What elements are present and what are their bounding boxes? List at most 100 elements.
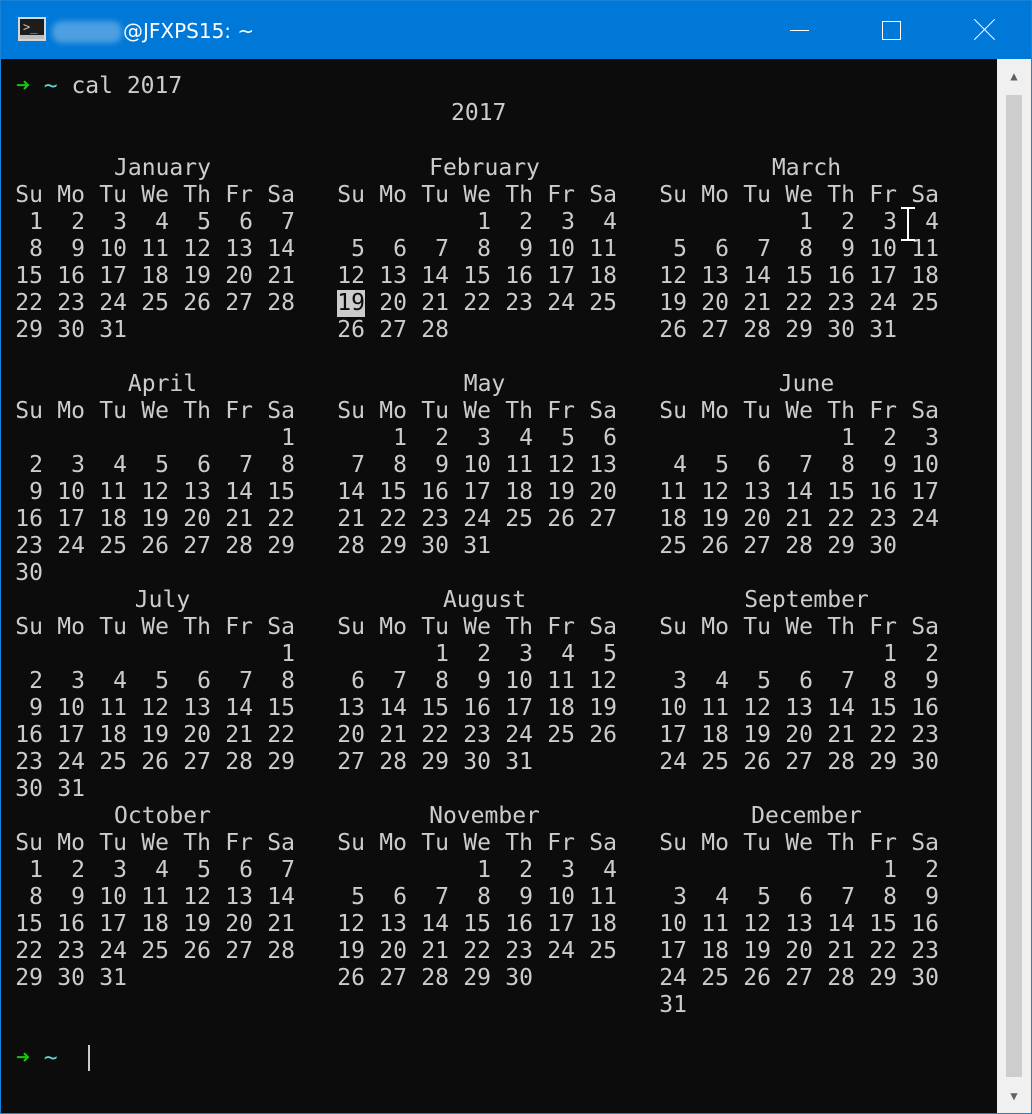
weekday-label: Th bbox=[183, 182, 211, 208]
weekday-label: Sa bbox=[589, 182, 617, 208]
day-cell: 5 bbox=[603, 641, 617, 667]
weekday-label: Sa bbox=[589, 398, 617, 424]
day-cell: 11 bbox=[141, 236, 169, 262]
day-cell: 20 bbox=[589, 479, 617, 505]
day-cell: 25 bbox=[141, 938, 169, 964]
day-cell: 7 bbox=[841, 884, 855, 910]
weekday-label: Sa bbox=[267, 182, 295, 208]
day-cell: 23 bbox=[15, 749, 43, 775]
day-cell: 15 bbox=[267, 695, 295, 721]
day-cell: 27 bbox=[743, 533, 771, 559]
day-cell: 19 bbox=[337, 290, 365, 317]
day-cell: 15 bbox=[379, 479, 407, 505]
day-cell: 16 bbox=[15, 506, 43, 532]
weekday-label: We bbox=[463, 614, 491, 640]
day-cell: 29 bbox=[379, 533, 407, 559]
weekday-label: Fr bbox=[547, 614, 575, 640]
vertical-scrollbar[interactable]: ▲ ▼ bbox=[997, 59, 1031, 1113]
maximize-icon bbox=[882, 21, 901, 40]
day-cell: 1 bbox=[393, 425, 407, 451]
scroll-up-arrow-icon[interactable]: ▲ bbox=[997, 59, 1031, 93]
weekday-label: Su bbox=[659, 830, 687, 856]
terminal-app-icon[interactable]: >_ bbox=[18, 17, 46, 41]
day-cell: 28 bbox=[421, 965, 449, 991]
day-cell: 10 bbox=[99, 884, 127, 910]
day-cell: 26 bbox=[547, 506, 575, 532]
day-cell: 6 bbox=[197, 452, 211, 478]
day-cell: 20 bbox=[225, 911, 253, 937]
day-cell: 11 bbox=[659, 479, 687, 505]
weekday-label: Sa bbox=[267, 830, 295, 856]
minimize-button[interactable] bbox=[753, 1, 846, 59]
title-bar[interactable]: >_ @JFXPS15: ~ bbox=[1, 1, 1031, 59]
day-cell: 29 bbox=[827, 533, 855, 559]
week-row: 31 bbox=[659, 992, 954, 1019]
day-cell: 16 bbox=[57, 263, 85, 289]
day-cell: 10 bbox=[57, 695, 85, 721]
day-cell: 20 bbox=[225, 263, 253, 289]
day-cell: 21 bbox=[267, 911, 295, 937]
day-cell: 13 bbox=[225, 236, 253, 262]
day-cell: 4 bbox=[155, 209, 169, 235]
day-cell: 12 bbox=[701, 479, 729, 505]
week-row: 23 24 25 26 27 28 29 bbox=[15, 533, 310, 560]
week-row: 1 2 3 4 bbox=[337, 857, 632, 884]
day-cell: 31 bbox=[659, 992, 687, 1018]
day-cell: 19 bbox=[183, 911, 211, 937]
close-button[interactable] bbox=[938, 1, 1031, 59]
day-cell: 17 bbox=[57, 722, 85, 748]
day-cell: 11 bbox=[589, 236, 617, 262]
day-cell: 25 bbox=[141, 290, 169, 316]
day-cell: 30 bbox=[463, 749, 491, 775]
day-cell: 24 bbox=[463, 506, 491, 532]
day-cell: 30 bbox=[505, 965, 533, 991]
month-name: January bbox=[114, 155, 211, 181]
day-cell: 11 bbox=[505, 452, 533, 478]
week-row: 23 24 25 26 27 28 29 bbox=[15, 749, 310, 776]
day-cell: 26 bbox=[141, 749, 169, 775]
day-cell: 6 bbox=[757, 452, 771, 478]
weekday-header: Su Mo Tu We Th Fr Sa bbox=[337, 614, 632, 641]
prompt-arrow: ➜ bbox=[16, 1045, 30, 1071]
day-cell: 19 bbox=[141, 722, 169, 748]
week-row: 30 bbox=[15, 560, 310, 587]
day-cell: 20 bbox=[337, 722, 365, 748]
weekday-label: We bbox=[141, 830, 169, 856]
day-cell: 19 bbox=[589, 695, 617, 721]
day-cell: 6 bbox=[799, 668, 813, 694]
weekday-label: Su bbox=[659, 398, 687, 424]
day-cell: 18 bbox=[589, 263, 617, 289]
week-row: 13 14 15 16 17 18 19 bbox=[337, 695, 632, 722]
scroll-thumb[interactable] bbox=[1006, 95, 1022, 1077]
day-cell: 4 bbox=[715, 668, 729, 694]
day-cell: 8 bbox=[799, 236, 813, 262]
day-cell: 19 bbox=[547, 479, 575, 505]
day-cell: 6 bbox=[239, 857, 253, 883]
day-cell: 16 bbox=[421, 479, 449, 505]
month-name: November bbox=[429, 803, 540, 829]
day-cell: 18 bbox=[141, 263, 169, 289]
day-cell: 17 bbox=[659, 722, 687, 748]
day-cell: 15 bbox=[785, 263, 813, 289]
week-row: 29 30 31 bbox=[15, 317, 310, 344]
weekday-label: Tu bbox=[99, 182, 127, 208]
day-cell: 4 bbox=[603, 857, 617, 883]
weekday-header: Su Mo Tu We Th Fr Sa bbox=[659, 830, 954, 857]
prompt-arrow: ➜ bbox=[16, 73, 30, 99]
week-row: 3 4 5 6 7 8 9 bbox=[659, 884, 954, 911]
week-row: 15 16 17 18 19 20 21 bbox=[15, 911, 310, 938]
day-cell: 10 bbox=[99, 236, 127, 262]
maximize-button[interactable] bbox=[846, 1, 939, 59]
scroll-down-arrow-icon[interactable]: ▼ bbox=[997, 1079, 1031, 1113]
week-row: 19 20 21 22 23 24 25 bbox=[337, 290, 632, 317]
day-cell: 3 bbox=[673, 884, 687, 910]
day-cell: 1 bbox=[883, 641, 897, 667]
day-cell: 26 bbox=[701, 533, 729, 559]
terminal-content[interactable]: ➜ ~ cal 2017 2017 January Su Mo Tu We Th Fr Sa 1… bbox=[2, 59, 997, 1113]
prompt-line[interactable]: ➜ ~ bbox=[16, 1045, 58, 1072]
week-row: 26 27 28 29 30 bbox=[337, 965, 632, 992]
day-cell: 8 bbox=[477, 884, 491, 910]
day-cell: 2 bbox=[925, 641, 939, 667]
weekday-label: We bbox=[463, 830, 491, 856]
day-cell: 2 bbox=[29, 452, 43, 478]
